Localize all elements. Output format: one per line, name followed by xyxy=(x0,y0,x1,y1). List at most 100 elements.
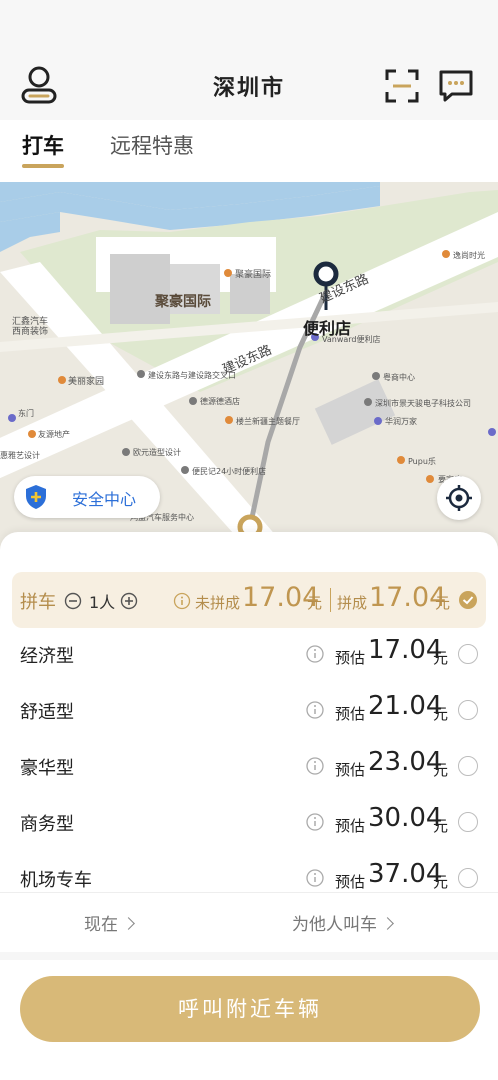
pooled-label: 拼成 xyxy=(337,594,368,612)
poi-dot-youyuan xyxy=(28,430,36,438)
map-label-chaoyi: 惠雅艺设计 xyxy=(0,450,40,460)
scan-icon[interactable] xyxy=(384,68,420,104)
map-label-meili: 美丽家园 xyxy=(68,375,104,387)
departure-time-label: 现在 xyxy=(84,915,118,935)
radio-button[interactable] xyxy=(458,812,478,832)
ride-option-comfort[interactable]: 舒适型 预估 21.04 元 xyxy=(0,688,498,744)
price-separator xyxy=(330,588,331,612)
map-label-jiangyuan: 德源德酒店 xyxy=(200,396,240,406)
map-label-dongmen: 东门 xyxy=(18,408,34,418)
map-label-youyuan: 友源地产 xyxy=(38,429,70,439)
city-title[interactable]: 深圳市 xyxy=(0,70,498,102)
estimate-price: 23.04 xyxy=(368,747,443,777)
map-label-huarun: 华润万家 xyxy=(385,416,417,426)
estimate-label: 预估 xyxy=(335,873,366,891)
pooled-unit: 元 xyxy=(435,594,451,612)
chevron-right-icon xyxy=(381,917,394,930)
minus-circle-icon[interactable] xyxy=(64,592,82,610)
radio-button[interactable] xyxy=(458,756,478,776)
section-separator xyxy=(0,952,498,960)
price-unit: 元 xyxy=(433,705,449,723)
poi-dot-jingyu xyxy=(364,398,372,406)
ride-option-name: 商务型 xyxy=(20,814,74,835)
poi-dot-jianshe xyxy=(137,370,145,378)
poi-dot-yue xyxy=(372,372,380,380)
check-circle-icon[interactable] xyxy=(458,590,478,610)
map-label-jianshe: 建设东路与建设路交叉口 xyxy=(148,370,236,380)
poi-dot-louwu xyxy=(225,416,233,424)
map-label-vanward: Vanward便利店 xyxy=(322,334,381,344)
map-label-huizhan2: 西商装饰 xyxy=(12,325,48,337)
crosshair-icon xyxy=(446,485,472,511)
poi-dot-huarun xyxy=(374,417,382,425)
call-nearby-car-button[interactable]: 呼叫附近车辆 xyxy=(20,976,480,1042)
map-label-huizhan: 汇鑫汽车 xyxy=(12,315,48,327)
info-icon[interactable] xyxy=(173,592,191,610)
radio-button[interactable] xyxy=(458,868,478,888)
estimate-label: 预估 xyxy=(335,761,366,779)
estimate-price: 37.04 xyxy=(368,859,443,889)
safety-center-label: 安全中心 xyxy=(72,490,137,509)
poi-dot-ouyuan xyxy=(122,448,130,456)
poi-dot-yaojia xyxy=(426,475,434,483)
map-label-juhao: 聚豪国际 xyxy=(154,293,211,310)
service-tabs: 打车 远程特惠 xyxy=(0,120,498,182)
carpool-option[interactable]: 拼车 1人 未拼成 17.04 元 拼成 17.04 元 xyxy=(12,572,486,628)
ride-panel: 拼车 1人 未拼成 17.04 元 拼成 17.04 元 经济型 预估 17.0… xyxy=(0,532,498,1080)
poi-dot-edge xyxy=(488,428,496,436)
departure-time-selector[interactable]: 现在 xyxy=(84,910,135,935)
ride-option-business[interactable]: 商务型 预估 30.04 元 xyxy=(0,800,498,856)
passenger-count: 1人 xyxy=(89,593,116,612)
info-icon[interactable] xyxy=(305,756,325,776)
map-label-store24: 便民记24小时便利店 xyxy=(192,466,266,476)
radio-button[interactable] xyxy=(458,700,478,720)
message-icon[interactable] xyxy=(438,68,474,104)
top-bar: 深圳市 xyxy=(0,0,498,120)
radio-button[interactable] xyxy=(458,644,478,664)
tab-long-distance[interactable]: 远程特惠 xyxy=(110,130,194,160)
price-unit: 元 xyxy=(433,649,449,667)
tab-taxi[interactable]: 打车 xyxy=(22,130,64,168)
estimate-label: 预估 xyxy=(335,705,366,723)
locate-button[interactable] xyxy=(437,476,481,520)
poi-dot-pupu xyxy=(397,456,405,464)
map-label-ouyuan: 欧元造型设计 xyxy=(133,447,181,457)
estimate-price: 30.04 xyxy=(368,803,443,833)
map-label-jingyu: 深圳市景天骏电子科技公司 xyxy=(375,398,471,408)
estimate-label: 预估 xyxy=(335,817,366,835)
ride-option-economy[interactable]: 经济型 预估 17.04 元 xyxy=(0,632,498,688)
estimate-price: 21.04 xyxy=(368,691,443,721)
ride-option-name: 豪华型 xyxy=(20,758,74,779)
chevron-right-icon xyxy=(122,917,135,930)
poi-dot-yijia xyxy=(442,250,450,258)
map-label-louwu: 楼兰新疆主题餐厅 xyxy=(236,416,300,426)
map-label-yue: 粤商中心 xyxy=(383,372,415,382)
estimate-price: 17.04 xyxy=(368,635,443,665)
info-icon[interactable] xyxy=(305,812,325,832)
bottom-safe-area xyxy=(0,1062,498,1080)
call-for-others-selector[interactable]: 为他人叫车 xyxy=(292,910,394,935)
not-pooled-unit: 元 xyxy=(307,594,323,612)
estimate-label: 预估 xyxy=(335,649,366,667)
ride-option-name: 舒适型 xyxy=(20,702,74,723)
info-icon[interactable] xyxy=(305,868,325,888)
price-unit: 元 xyxy=(433,817,449,835)
ride-option-airport[interactable]: 机场专车 预估 37.04 元 xyxy=(0,856,498,912)
poi-dot-jiangyuan xyxy=(189,397,197,405)
plus-circle-icon[interactable] xyxy=(120,592,138,610)
shield-plus-icon xyxy=(26,485,46,509)
call-for-others-label: 为他人叫车 xyxy=(292,915,377,935)
price-unit: 元 xyxy=(433,873,449,891)
map-label-yijia: 逸尚时光 xyxy=(453,250,485,260)
carpool-title: 拼车 xyxy=(20,592,56,613)
ride-option-name: 经济型 xyxy=(20,646,74,667)
info-icon[interactable] xyxy=(305,700,325,720)
poi-dot-juhao xyxy=(224,269,232,277)
safety-center-button[interactable]: 安全中心 xyxy=(14,476,160,518)
info-icon[interactable] xyxy=(305,644,325,664)
ride-option-luxury[interactable]: 豪华型 预估 23.04 元 xyxy=(0,744,498,800)
options-divider xyxy=(0,892,498,893)
not-pooled-label: 未拼成 xyxy=(195,594,241,612)
ride-option-name: 机场专车 xyxy=(20,870,92,891)
map-label-juhao-small: 聚豪国际 xyxy=(235,268,271,280)
